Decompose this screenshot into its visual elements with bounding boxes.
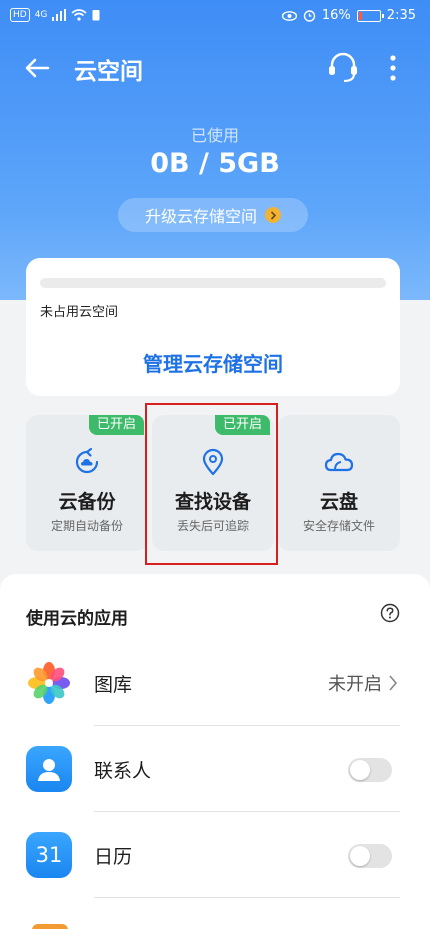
battery-icon: [356, 9, 384, 22]
status-bar: HD 4G 16% 2:35: [0, 0, 430, 32]
unused-space-label: 未占用云空间: [40, 305, 119, 320]
cloud-drive-icon: [324, 452, 354, 472]
upgrade-storage-button[interactable]: 升级云存储空间: [118, 198, 308, 232]
feature-cloud-drive[interactable]: 云盘 安全存储文件: [278, 415, 400, 551]
wifi-icon: [71, 9, 87, 21]
partial-app-icon: [32, 924, 68, 929]
feature-subtitle: 丢失后可追踪: [176, 519, 249, 533]
feature-subtitle: 定期自动备份: [50, 519, 123, 533]
back-arrow-icon[interactable]: [20, 52, 54, 84]
chevron-right-icon: [265, 207, 281, 223]
app-label: 联系人: [94, 760, 152, 782]
apps-section: 使用云的应用 图库 未开启 联系人 31 日历: [0, 574, 430, 929]
storage-card: 未占用云空间 管理云存储空间: [26, 258, 400, 396]
location-pin-icon: [202, 448, 224, 476]
cloud-backup-icon: [75, 447, 99, 474]
used-value: 0B / 5GB: [150, 148, 280, 179]
customer-service-icon[interactable]: [326, 50, 360, 84]
alarm-icon: [303, 10, 316, 22]
feature-title: 云备份: [58, 491, 116, 513]
app-status-text: 未开启: [328, 674, 382, 695]
contacts-sync-toggle[interactable]: [348, 758, 392, 782]
manage-storage-link[interactable]: 管理云存储空间: [26, 348, 400, 377]
app-row-gallery[interactable]: 图库 未开启: [0, 640, 430, 726]
contacts-icon: [26, 746, 72, 792]
app-label: 图库: [94, 674, 133, 696]
app-row-calendar: 31 日历: [0, 812, 430, 898]
feature-cloud-backup[interactable]: 已开启 云备份 定期自动备份: [26, 415, 148, 551]
battery-percent: 16%: [321, 8, 351, 23]
feature-title: 查找设备: [174, 491, 251, 513]
storage-usage-bar: [40, 278, 386, 288]
feature-find-device[interactable]: 已开启 查找设备 丢失后可追踪: [152, 415, 274, 551]
calendar-icon: 31: [26, 832, 72, 878]
calendar-sync-toggle[interactable]: [348, 844, 392, 868]
apps-section-title: 使用云的应用: [26, 609, 128, 629]
status-right: 16% 2:35: [281, 8, 416, 23]
feature-subtitle: 安全存储文件: [302, 519, 375, 533]
hd-badge: HD: [10, 8, 30, 22]
signal-icon: [52, 9, 67, 21]
used-label: 已使用: [190, 126, 239, 145]
app-label: 日历: [94, 846, 133, 868]
nav-bar: 云空间: [0, 40, 430, 96]
enabled-badge: 已开启: [88, 415, 144, 435]
divider: [94, 897, 400, 898]
status-time: 2:35: [386, 8, 416, 23]
app-status: 未开启: [328, 670, 398, 696]
page-title: 云空间: [74, 59, 143, 85]
help-icon[interactable]: [380, 603, 400, 623]
upgrade-storage-label: 升级云存储空间: [144, 207, 257, 226]
status-left: HD 4G: [10, 8, 100, 22]
enabled-badge: 已开启: [214, 415, 270, 435]
feature-title: 云盘: [319, 491, 358, 513]
gallery-icon: [28, 662, 70, 704]
signal-type: 4G: [34, 10, 48, 20]
notification-icon: [92, 10, 100, 21]
more-options-icon[interactable]: [380, 52, 406, 84]
app-row-contacts: 联系人: [0, 726, 430, 812]
chevron-right-icon: [389, 675, 398, 691]
eye-icon: [281, 10, 297, 21]
